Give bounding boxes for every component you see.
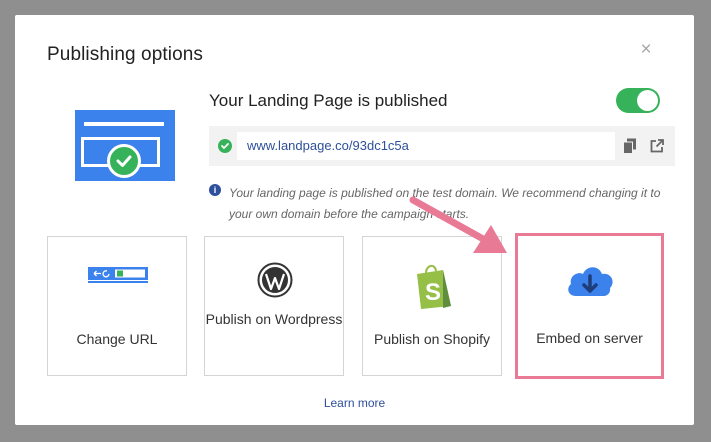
learn-more-link[interactable]: Learn more (15, 396, 694, 410)
embed-on-server-label: Embed on server (536, 330, 643, 346)
shopify-icon: S (413, 262, 453, 310)
publishing-options-modal: Publishing options × Your Landing Page i… (15, 15, 694, 425)
wordpress-icon (257, 262, 293, 298)
external-link-icon[interactable] (649, 138, 665, 154)
cloud-download-icon (564, 260, 616, 300)
svg-text:S: S (425, 279, 441, 306)
wordpress-card[interactable]: Publish on Wordpress (204, 236, 344, 376)
info-icon: i (209, 184, 221, 196)
url-row: www.landpage.co/93dc1c5a (209, 126, 675, 166)
modal-title: Publishing options (47, 44, 204, 65)
publish-toggle[interactable] (616, 88, 660, 113)
check-circle-icon (218, 139, 232, 153)
change-url-label: Change URL (76, 331, 158, 347)
embed-on-server-card[interactable]: Embed on server (515, 233, 664, 379)
info-message: Your landing page is published on the te… (229, 186, 661, 221)
shopify-label: Publish on Shopify (374, 331, 490, 347)
copy-icon[interactable] (623, 138, 637, 154)
check-icon (107, 144, 141, 178)
close-icon[interactable]: × (639, 40, 653, 59)
browser-url-icon (88, 267, 148, 285)
publish-status-title: Your Landing Page is published (209, 91, 448, 110)
published-url-field[interactable]: www.landpage.co/93dc1c5a (237, 132, 615, 160)
change-url-card[interactable]: Change URL (47, 236, 187, 376)
wordpress-label: Publish on Wordpress (205, 311, 343, 327)
shopify-card[interactable]: S Publish on Shopify (362, 236, 502, 376)
published-page-illustration (75, 110, 175, 181)
